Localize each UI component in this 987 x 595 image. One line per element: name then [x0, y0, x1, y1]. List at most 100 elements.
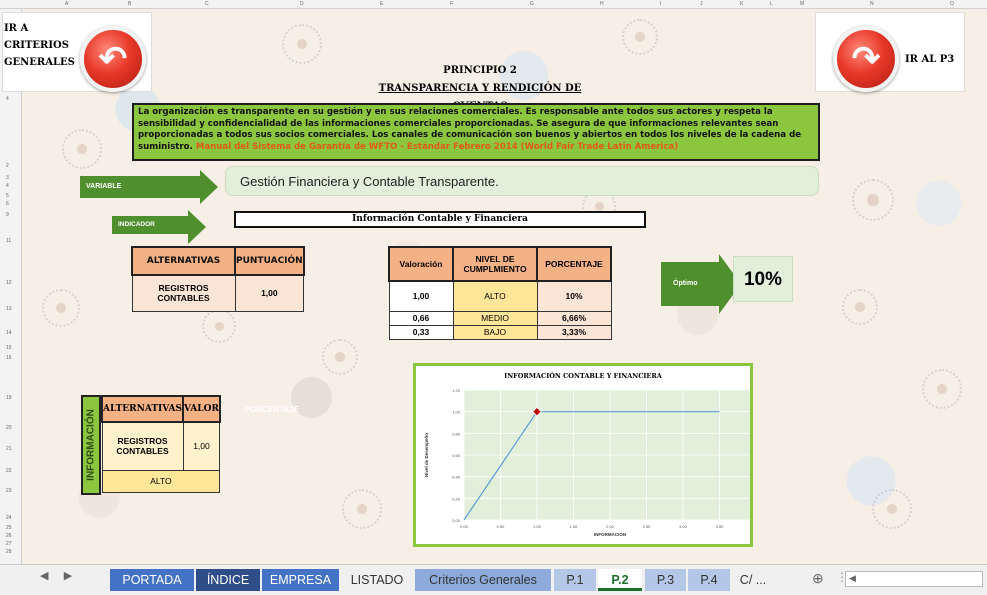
row-header[interactable]: 3	[6, 175, 9, 181]
row-header[interactable]: 16	[6, 355, 12, 361]
val-header-valoracion: Valoración	[388, 246, 454, 282]
val-cell[interactable]: MEDIO	[452, 310, 538, 326]
scroll-left-icon[interactable]: ◀	[40, 570, 48, 582]
column-header[interactable]: B	[128, 1, 131, 7]
go-to-p3-button[interactable]: ↷	[833, 26, 899, 92]
tab-índice[interactable]: ÍNDICE	[196, 569, 260, 591]
row-header-strip: 4234569111213141516192021222324252627283…	[0, 9, 22, 572]
column-header[interactable]: F	[450, 1, 453, 7]
info-header-alternativas: ALTERNATIVAS	[100, 395, 185, 423]
row-header[interactable]: 28	[6, 549, 12, 555]
column-header[interactable]: M	[800, 1, 804, 7]
row-header[interactable]: 14	[6, 330, 12, 336]
val-cell[interactable]: 6,66%	[536, 310, 612, 326]
val-cell[interactable]: ALTO	[452, 280, 538, 312]
tab-criterios-generales[interactable]: Criterios Generales	[415, 569, 551, 591]
y-axis-label: Nivel de Desempeño	[424, 433, 429, 477]
info-table: ALTERNATIVAS VALOR REGISTROS CONTABLES 1…	[100, 395, 221, 493]
row-header[interactable]: 11	[6, 238, 11, 244]
val-cell[interactable]: 0,33	[388, 324, 454, 340]
tab-portada[interactable]: PORTADA	[110, 569, 194, 591]
flower-decoration	[322, 339, 358, 375]
row-header[interactable]: 9	[6, 212, 9, 218]
row-header[interactable]: 20	[6, 425, 12, 431]
row-header[interactable]: 27	[6, 541, 12, 547]
tab-p-2[interactable]: P.2	[598, 569, 642, 591]
column-header[interactable]: N	[870, 1, 874, 7]
row-header[interactable]: 15	[6, 345, 12, 351]
undo-arrow-icon: ↶	[98, 40, 128, 78]
y-tick-label: 0,40	[452, 475, 461, 480]
add-sheet-icon[interactable]: ⊕	[812, 570, 824, 587]
info-cell-level[interactable]: ALTO	[101, 469, 221, 493]
alternatives-table: ALTERNATIVAS PUNTUACIÓN REGISTROS CONTAB…	[131, 246, 305, 312]
nav-p3-label: IR AL P3	[905, 54, 955, 65]
flower-decoration	[62, 129, 102, 169]
row-header[interactable]: 4	[6, 96, 9, 102]
info-vertical-label-box: INFORMACIÓN	[81, 395, 101, 495]
column-header[interactable]: E	[380, 1, 383, 7]
principle-description: La organización es transparente en su ge…	[132, 103, 820, 161]
row-header[interactable]: 26	[6, 533, 12, 539]
val-cell[interactable]: BAJO	[452, 324, 538, 340]
row-header[interactable]: 5	[6, 193, 9, 199]
info-header-valor: VALOR	[182, 395, 221, 423]
tab-empresa[interactable]: EMPRESA	[262, 569, 339, 591]
info-cell-value[interactable]: 1,00	[182, 421, 221, 471]
tab-scroll-arrows[interactable]: ◀ ▶	[40, 569, 72, 582]
y-tick-label: 1,20	[452, 388, 461, 393]
tab-c-[interactable]: C/ ...	[733, 569, 773, 591]
y-tick-label: 1,00	[452, 410, 461, 415]
row-header[interactable]: 12	[6, 280, 12, 286]
column-header[interactable]: G	[530, 1, 534, 7]
alt-cell-score[interactable]: 1,00	[234, 274, 305, 312]
back-to-criterios-button[interactable]: ↶	[80, 26, 146, 92]
row-header[interactable]: 22	[6, 468, 12, 474]
info-cell-registros[interactable]: REGISTROS CONTABLES	[101, 421, 184, 471]
column-header[interactable]: A	[65, 1, 68, 7]
row-header[interactable]: 6	[6, 201, 9, 207]
alt-header-alternativas: ALTERNATIVAS	[131, 246, 236, 276]
redo-arrow-icon: ↷	[851, 40, 881, 78]
scroll-right-icon[interactable]: ▶	[64, 570, 72, 582]
tab-p-3[interactable]: P.3	[645, 569, 686, 591]
row-header[interactable]: 13	[6, 306, 12, 312]
tab-p-1[interactable]: P.1	[554, 569, 596, 591]
alt-cell-registros[interactable]: REGISTROS CONTABLES	[131, 274, 236, 312]
performance-chart[interactable]: INFORMACIÓN CONTABLE Y FINANCIERA 0,00 0,…	[413, 363, 753, 547]
column-header[interactable]: K	[740, 1, 743, 7]
x-tick-label: 3,50	[716, 524, 725, 529]
val-cell[interactable]: 10%	[536, 280, 612, 312]
column-header[interactable]: L	[770, 1, 773, 7]
val-cell[interactable]: 1,00	[388, 280, 454, 312]
column-header[interactable]: I	[660, 1, 661, 7]
val-cell[interactable]: 3,33%	[536, 324, 612, 340]
row-header[interactable]: 19	[6, 395, 12, 401]
row-header[interactable]: 4	[6, 183, 9, 189]
scrollbar-left-icon[interactable]: ◀	[849, 573, 856, 584]
tab-listado[interactable]: LISTADO	[341, 569, 413, 591]
column-header[interactable]: D	[300, 1, 304, 7]
column-header[interactable]: H	[600, 1, 604, 7]
column-header[interactable]: C	[205, 1, 209, 7]
valuation-table: Valoración NIVEL DE CUMPLMIENTO PORCENTA…	[388, 246, 612, 340]
row-header[interactable]: 2	[6, 163, 9, 169]
val-cell[interactable]: 0,66	[388, 310, 454, 326]
variable-value: Gestión Financiera y Contable Transparen…	[225, 166, 819, 196]
y-tick-label: 0,80	[452, 431, 461, 436]
row-header[interactable]: 24	[6, 515, 12, 521]
y-tick-label: 0,20	[452, 496, 461, 501]
info-vertical-label: INFORMACIÓN	[85, 409, 97, 481]
y-tick-label: 0,60	[452, 453, 461, 458]
row-header[interactable]: 25	[6, 525, 12, 531]
result-arrow: Óptimo	[661, 254, 741, 314]
row-header[interactable]: 23	[6, 488, 12, 494]
column-header[interactable]: O	[950, 1, 954, 7]
column-header[interactable]: J	[700, 1, 703, 7]
tab-p-4[interactable]: P.4	[688, 569, 730, 591]
row-header[interactable]: 21	[6, 446, 12, 452]
x-tick-label: 1,00	[533, 524, 542, 529]
horizontal-scrollbar[interactable]: ◀	[845, 571, 983, 587]
indicator-tag: INDICADOR	[118, 221, 155, 228]
flower-decoration	[42, 289, 80, 327]
